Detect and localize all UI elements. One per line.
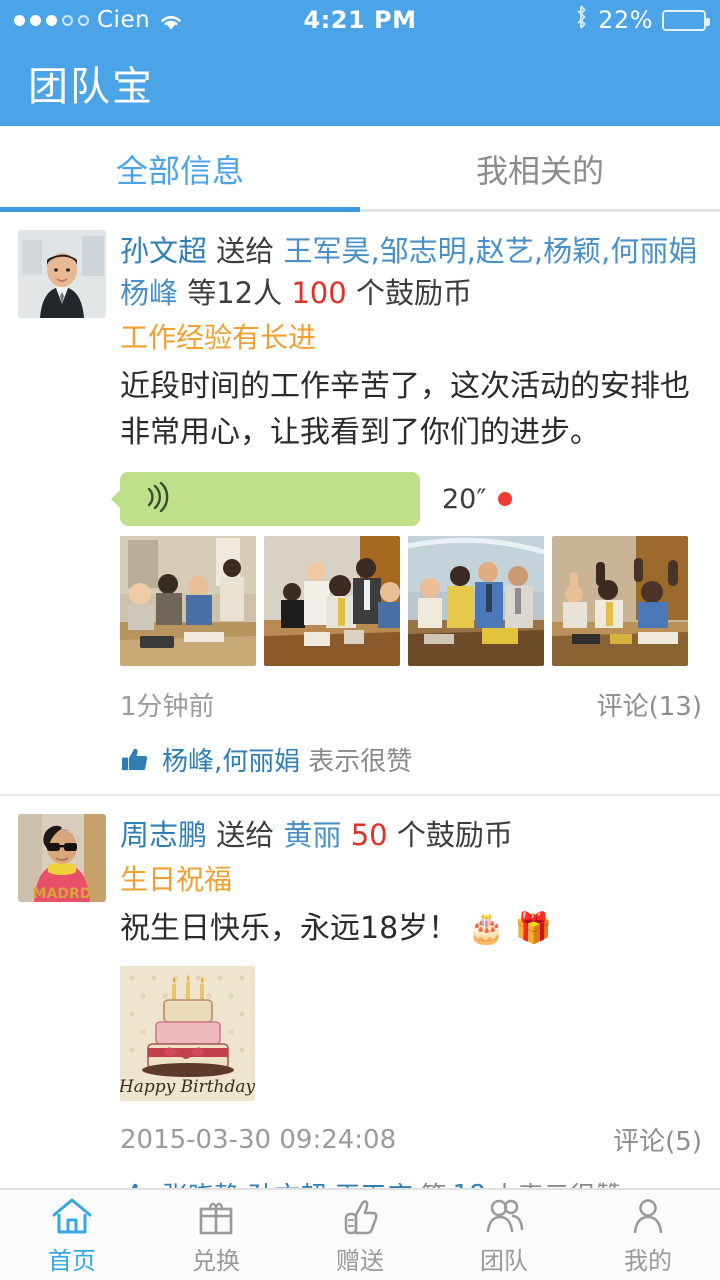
nav-item-give[interactable]: 赠送 [288,1190,432,1280]
voice-message[interactable]: 20″ [111,472,702,526]
nav-item-mine-label: 我的 [624,1246,672,1275]
thumbs-up-icon [338,1195,382,1237]
nav-item-exchange[interactable]: 兑换 [144,1190,288,1280]
photo-thumbnail[interactable] [552,536,688,666]
post-likes: 杨峰,何丽娟 表示很赞 [120,741,702,778]
tab-all-messages[interactable]: 全部信息 [0,126,360,212]
photo-thumbnail[interactable]: Happy Birthday [120,966,255,1101]
post-amount: 100 [291,276,347,310]
post-unit: 个鼓励币 [355,276,472,310]
post-comments-link[interactable]: 评论(5) [613,1121,702,1158]
photo-thumbnail[interactable] [120,536,256,666]
post-content: 近段时间的工作辛苦了，这次活动的安排也非常用心，让我看到了你们的进步。 [120,369,690,450]
carrier-label: Cien [97,7,151,33]
battery-percent-label: 22% [598,6,653,34]
status-bar: Cien 4:21 PM 22% [0,0,720,40]
bottom-nav: 首页 兑换 赠送 团队 我的 [0,1188,720,1280]
photo-grid[interactable] [120,536,702,666]
nav-item-exchange-label: 兑换 [192,1246,240,1275]
voice-bubble[interactable] [111,472,420,526]
post-tag: 工作经验有长进 [120,321,317,354]
unread-dot-icon [498,492,513,506]
nav-item-home[interactable]: 首页 [0,1190,144,1280]
battery-icon [662,9,710,31]
post-headline: 周志鹏 送给 黄丽 50 个鼓励币 [120,814,702,856]
post-like-names[interactable]: 张晓静,孙文超,王天庆 [162,1176,413,1188]
post-unit: 个鼓励币 [396,818,513,852]
page-title: 团队宝 [28,64,154,110]
people-icon [482,1195,526,1237]
post-comments-link[interactable]: 评论(13) [597,686,702,723]
tab-all-messages-label: 全部信息 [115,152,244,190]
bluetooth-icon [573,4,589,36]
post-headline: 孙文超 送给 王军昊,邹志明,赵艺,杨颖,何丽娟杨峰 等12人 100 个鼓励币 [120,230,702,314]
post-emoji: 🎂 🎁 [467,911,552,946]
post-sender[interactable]: 孙文超 [120,234,207,268]
nav-item-team-label: 团队 [480,1246,528,1275]
post-likes: 张晓静,孙文超,王天庆 等 18 人表示很赞 [120,1176,702,1188]
post-sender[interactable]: 周志鹏 [120,818,207,852]
svg-text:MADRD: MADRD [33,886,92,902]
post-meta: 1分钟前 评论(13) [120,686,702,723]
tab-related-to-me[interactable]: 我相关的 [360,126,720,212]
post-verb: 送给 [216,818,275,852]
feed-post[interactable]: 孙文超 送给 王军昊,邹志明,赵艺,杨颖,何丽娟杨峰 等12人 100 个鼓励币… [0,212,720,794]
post-content: 祝生日快乐，永远18岁！ 🎂 🎁 [120,904,702,952]
nav-item-home-label: 首页 [48,1246,96,1275]
person-icon [626,1195,670,1237]
tab-related-to-me-label: 我相关的 [475,152,604,190]
post-content-text: 祝生日快乐，永远18岁！ [120,911,459,946]
app-root: Cien 4:21 PM 22% 团队宝 全部信息 我相关的 孙文超 送给 王军… [0,0,720,1280]
nav-item-give-label: 赠送 [336,1246,384,1275]
post-meta: 2015-03-30 09:24:08 评论(5) [120,1121,702,1158]
feed-post[interactable]: MADRD 周志鹏 送给 黄丽 50 个鼓励币 生日祝福 祝生日快乐，永远18岁… [0,794,720,1188]
svg-text:Happy Birthday: Happy Birthday [120,1077,255,1097]
post-like-mid: 等 [421,1176,447,1188]
post-recipients[interactable]: 黄丽 [283,818,341,852]
post-tag: 生日祝福 [120,863,233,896]
avatar[interactable]: MADRD [18,814,106,902]
status-bar-right: 22% [417,4,710,36]
status-bar-left: Cien [14,7,303,33]
sound-wave-icon [142,481,172,517]
wifi-icon [158,10,184,30]
post-like-tail: 人表示很赞 [492,1176,622,1188]
post-others: 等12人 [187,276,283,310]
clock-label: 4:21 PM [303,6,417,34]
photo-thumbnail[interactable] [264,536,400,666]
app-header: 团队宝 [0,40,720,126]
post-like-tail: 表示很赞 [308,747,413,777]
photo-thumbnail[interactable] [408,536,544,666]
avatar[interactable] [18,230,106,318]
nav-item-mine[interactable]: 我的 [576,1190,720,1280]
home-icon [50,1195,94,1237]
post-like-count: 18 [453,1180,486,1189]
post-timestamp: 2015-03-30 09:24:08 [120,1124,397,1155]
post-verb: 送给 [216,234,275,268]
nav-item-team[interactable]: 团队 [432,1190,576,1280]
signal-strength-icon [14,14,89,26]
post-amount: 50 [350,818,388,852]
gift-icon [194,1195,238,1237]
post-timestamp: 1分钟前 [120,692,215,722]
post-like-names[interactable]: 杨峰,何丽娟 [162,741,300,778]
feed-list[interactable]: 孙文超 送给 王军昊,邹志明,赵艺,杨颖,何丽娟杨峰 等12人 100 个鼓励币… [0,212,720,1188]
thumbs-up-icon[interactable] [120,745,150,775]
tab-bar: 全部信息 我相关的 [0,126,720,212]
voice-duration: 20″ [442,483,487,515]
thumbs-up-icon[interactable] [120,1180,150,1188]
